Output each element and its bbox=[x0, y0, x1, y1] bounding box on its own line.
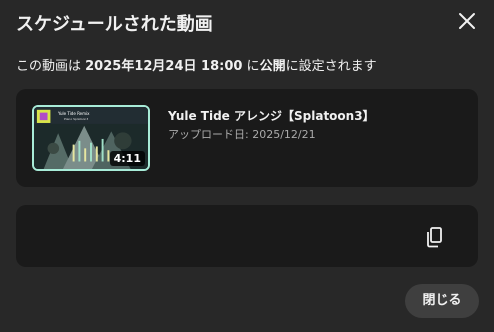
schedule-message: この動画は 2025年12月24日 18:00 に公開に設定されます bbox=[16, 55, 377, 74]
close-button[interactable]: 閉じる bbox=[405, 284, 479, 318]
video-card: Yule Tide Remix Piano Splatoon3 4:11 Yul… bbox=[16, 89, 478, 187]
thumbnail-text: Yule Tide Remix bbox=[58, 111, 90, 116]
close-icon[interactable] bbox=[454, 8, 480, 34]
schedule-middle: に bbox=[242, 59, 260, 74]
video-link-box bbox=[16, 205, 478, 267]
video-duration: 4:11 bbox=[109, 151, 145, 166]
video-thumbnail[interactable]: Yule Tide Remix Piano Splatoon3 4:11 bbox=[32, 105, 150, 171]
schedule-visibility: 公開 bbox=[259, 59, 286, 74]
dialog-title: スケジュールされた動画 bbox=[16, 14, 213, 35]
schedule-suffix: に設定されます bbox=[285, 59, 377, 74]
thumbnail-subtext: Piano Splatoon3 bbox=[64, 117, 89, 121]
scheduled-video-dialog: スケジュールされた動画 この動画は 2025年12月24日 18:00 に公開に… bbox=[0, 0, 494, 332]
copy-icon[interactable] bbox=[420, 223, 448, 251]
upload-date: アップロード日: 2025/12/21 bbox=[168, 128, 316, 141]
video-title[interactable]: Yule Tide アレンジ【Splatoon3】 bbox=[168, 107, 375, 124]
schedule-datetime: 2025年12月24日 18:00 bbox=[85, 59, 243, 74]
schedule-prefix: この動画は bbox=[16, 59, 86, 74]
